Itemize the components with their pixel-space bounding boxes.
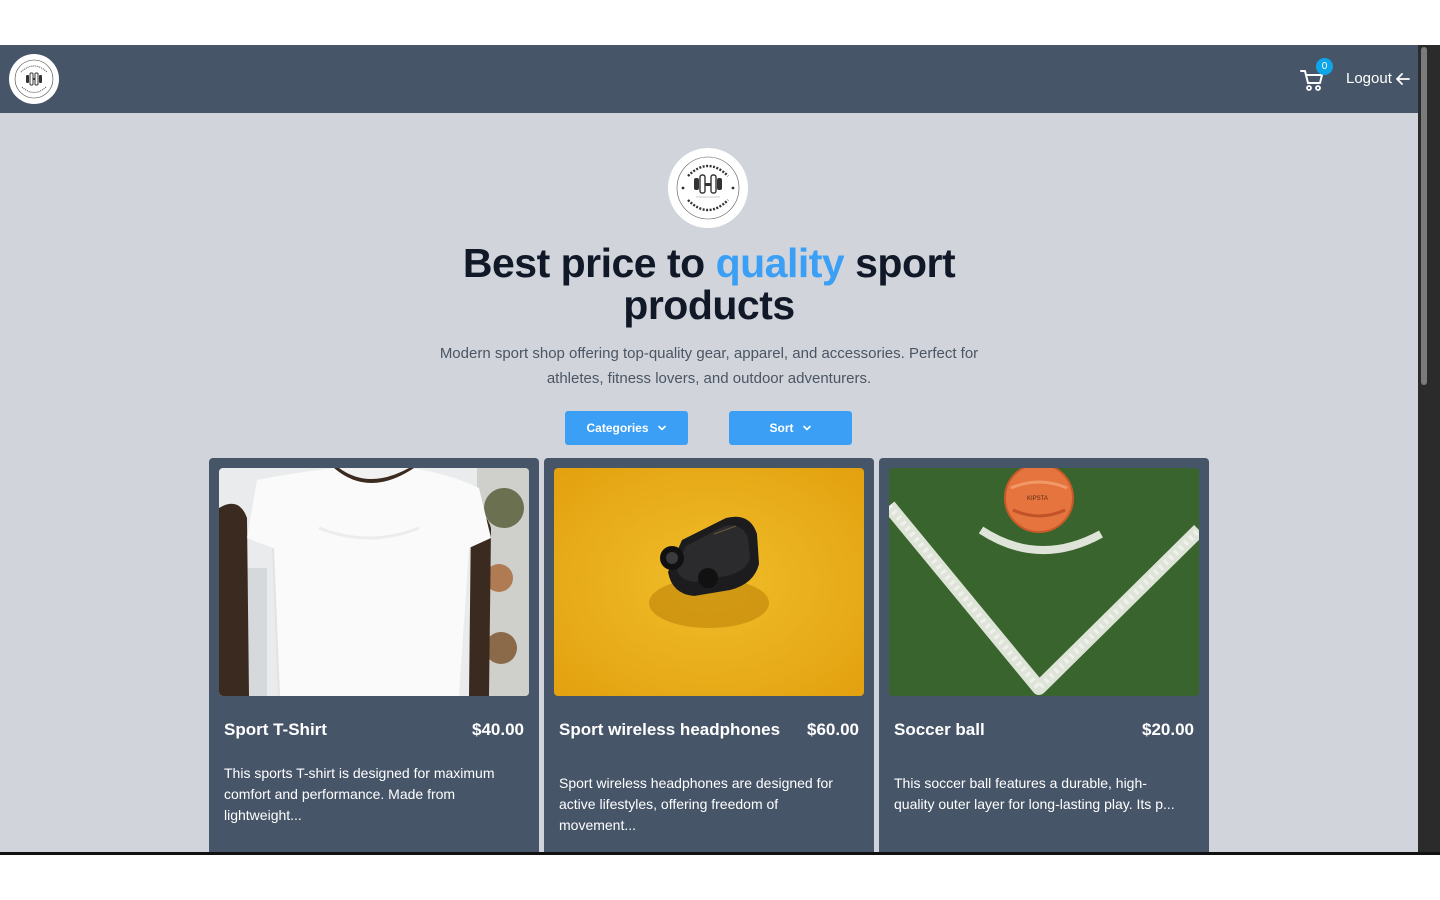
window-bottom-edge <box>0 852 1440 855</box>
chevron-down-icon <box>657 425 666 431</box>
cart-count-badge: 0 <box>1316 58 1333 75</box>
categories-label: Categories <box>586 421 649 435</box>
product-card[interactable]: KIPSTA Soccer ball $20.00 This soccer ba… <box>879 458 1209 855</box>
shop-logo-icon[interactable] <box>9 54 59 104</box>
hero-description: Modern sport shop offering top-quality g… <box>439 345 979 387</box>
browser-viewport: 0 Logout Best price to quality sport pro… <box>0 45 1440 855</box>
page-scrollbar[interactable] <box>1418 45 1440 855</box>
hero-logo-icon <box>668 148 748 228</box>
logout-button[interactable]: Logout <box>1346 70 1411 87</box>
product-description: This sports T-shirt is designed for maxi… <box>224 765 495 823</box>
product-price: $40.00 <box>472 720 524 739</box>
product-description: Sport wireless headphones are designed f… <box>559 775 833 833</box>
product-image-headphones[interactable] <box>554 468 864 696</box>
svg-text:KIPSTA: KIPSTA <box>1027 496 1048 502</box>
product-name[interactable]: Sport wireless headphones <box>559 720 780 740</box>
product-price: $60.00 <box>807 720 859 739</box>
scrollbar-thumb[interactable] <box>1421 47 1427 385</box>
logout-label: Logout <box>1346 70 1392 87</box>
product-image-soccer-ball[interactable]: KIPSTA <box>889 468 1199 696</box>
hero-title-start: Best price to <box>462 240 716 286</box>
sort-label: Sort <box>769 421 794 435</box>
hero-title: Best price to quality sport products <box>409 242 1009 326</box>
hero-title-accent: quality <box>715 240 845 286</box>
product-card[interactable]: Sport T-Shirt $40.00 This sports T-shirt… <box>209 458 539 855</box>
chevron-down-icon <box>802 425 811 431</box>
product-card[interactable]: Sport wireless headphones $60.00 Sport w… <box>544 458 874 855</box>
sort-dropdown-button[interactable]: Sort <box>729 411 852 445</box>
top-navbar: 0 Logout <box>0 45 1418 113</box>
categories-dropdown-button[interactable]: Categories <box>565 411 688 445</box>
product-image-tshirt[interactable] <box>219 468 529 696</box>
product-price: $20.00 <box>1142 720 1194 739</box>
product-name[interactable]: Sport T-Shirt <box>224 720 327 740</box>
product-name[interactable]: Soccer ball <box>894 720 985 740</box>
arrow-left-icon <box>1395 72 1410 85</box>
product-description: This soccer ball features a durable, hig… <box>894 775 1175 812</box>
